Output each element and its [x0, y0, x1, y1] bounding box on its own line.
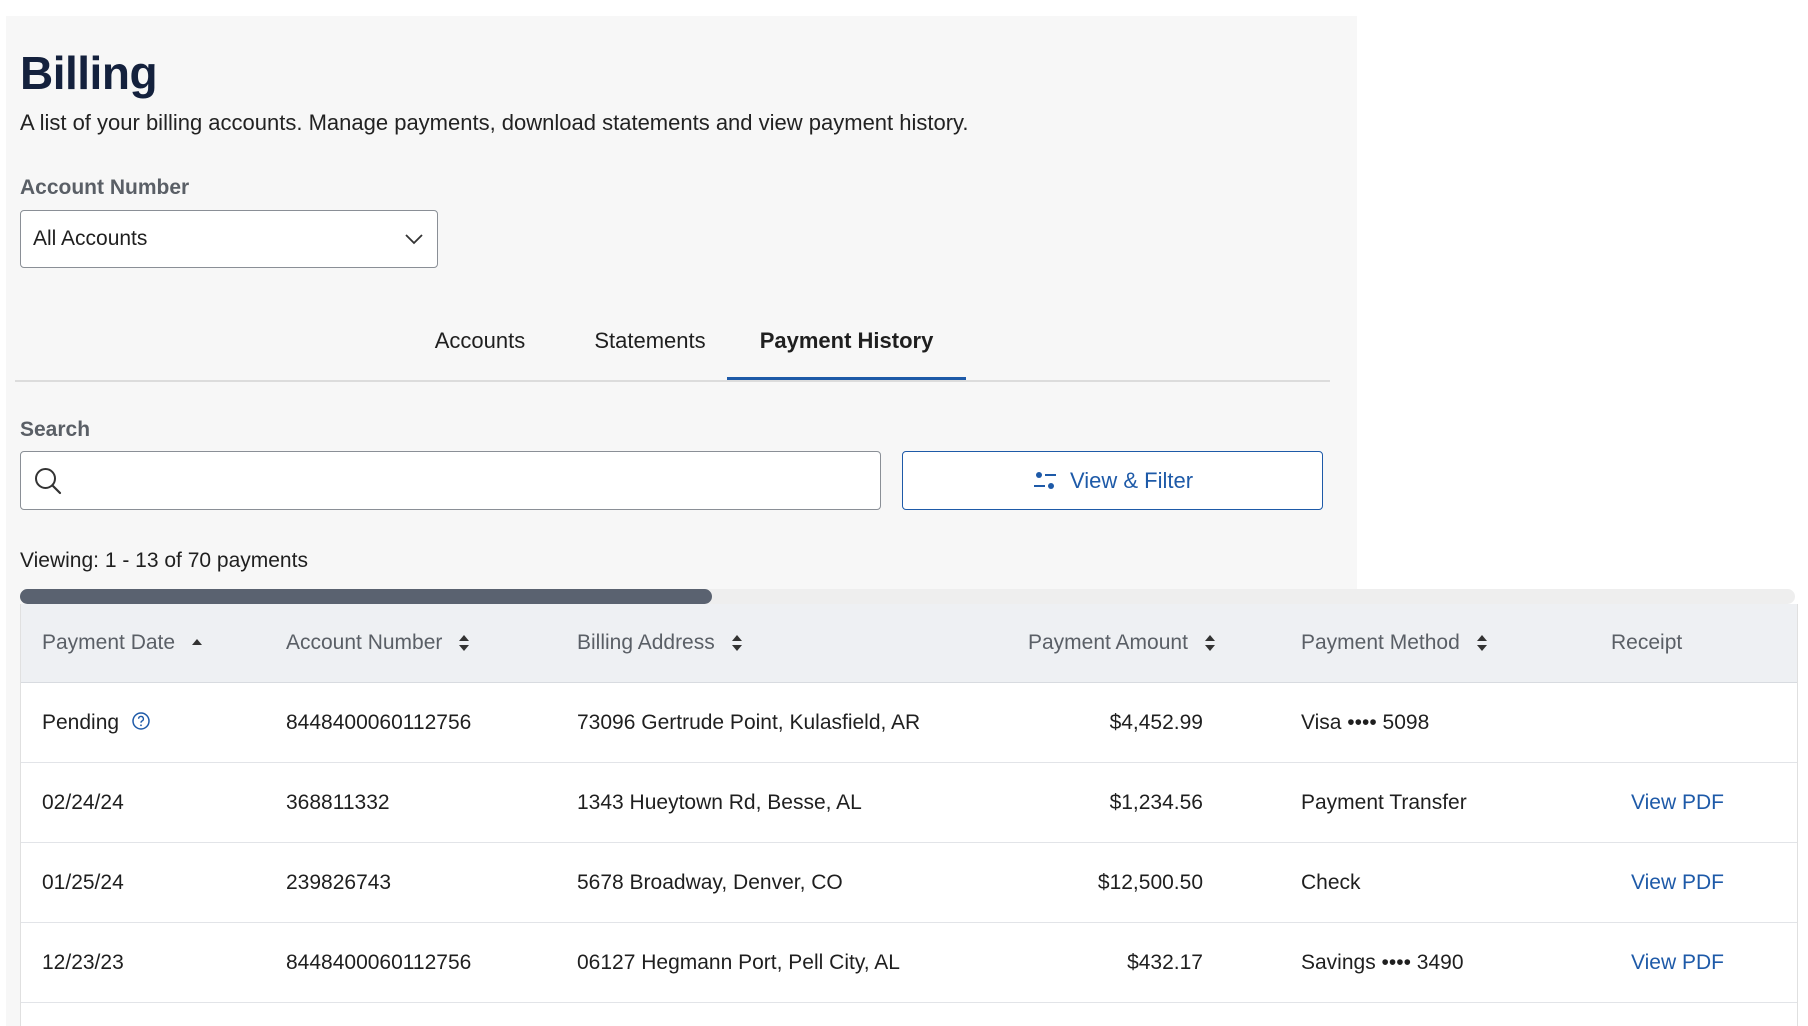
cell-payment-date: Pending	[42, 683, 151, 762]
cell-payment-date: 02/24/24	[42, 791, 124, 814]
col-account-number[interactable]: Account Number	[286, 604, 470, 682]
view-pdf-link[interactable]: View PDF	[1631, 763, 1724, 842]
col-label: Receipt	[1611, 631, 1683, 654]
table-row: 01/25/24 239826743 5678 Broadway, Denver…	[21, 843, 1797, 923]
account-number-select[interactable]: All Accounts	[20, 210, 438, 268]
sort-icon	[1476, 635, 1487, 652]
view-pdf-link[interactable]: View PDF	[1631, 923, 1724, 1002]
col-label: Payment Date	[42, 631, 176, 654]
cell-account-number: 8448400060112756	[286, 951, 472, 974]
view-pdf-link[interactable]: View PDF	[1631, 843, 1724, 922]
payment-date-text: Pending	[42, 711, 120, 734]
search-box	[20, 451, 881, 510]
search-input[interactable]	[77, 452, 871, 510]
col-payment-amount[interactable]: Payment Amount	[1028, 604, 1216, 682]
cell-billing-address: 5678 Broadway, Denver, CO	[577, 871, 843, 894]
col-billing-address[interactable]: Billing Address	[577, 604, 743, 682]
cell-payment-amount: $1,234.56	[1109, 791, 1203, 814]
col-payment-date[interactable]: Payment Date	[42, 604, 203, 682]
view-filter-button[interactable]: View & Filter	[902, 451, 1323, 510]
billing-tabs: Accounts Statements Payment History	[15, 318, 1330, 382]
cell-account-number: 8448400060112756	[286, 711, 472, 734]
col-label: Payment Amount	[1028, 631, 1188, 654]
sort-icon	[731, 635, 742, 652]
view-filter-label: View & Filter	[1069, 467, 1194, 493]
sort-ascending-icon	[191, 639, 202, 646]
col-receipt: Receipt	[1611, 604, 1682, 682]
tab-accounts[interactable]: Accounts	[400, 318, 560, 380]
question-circle-icon[interactable]	[131, 711, 151, 731]
cell-payment-amount: $12,500.50	[1097, 871, 1203, 894]
chevron-down-icon	[405, 234, 423, 245]
page-subtitle: A list of your billing accounts. Manage …	[20, 110, 969, 135]
col-payment-method[interactable]: Payment Method	[1301, 604, 1488, 682]
table-row: Pending 8448400060112756 73096 Gertrude …	[21, 683, 1797, 763]
horizontal-scrollbar[interactable]	[20, 589, 1795, 604]
search-icon	[35, 468, 62, 495]
sort-icon	[1204, 635, 1215, 652]
page-title: Billing	[20, 47, 158, 99]
cell-account-number: 239826743	[286, 871, 392, 894]
cell-payment-method: Savings •••• 3490	[1301, 951, 1464, 974]
col-label: Account Number	[286, 631, 443, 654]
table-row: 12/23/23 8448400060112756 06127 Hegmann …	[21, 923, 1797, 1003]
tab-statements[interactable]: Statements	[565, 318, 735, 380]
search-label: Search	[20, 418, 91, 441]
cell-payment-date: 01/25/24	[42, 871, 124, 894]
cell-payment-method: Payment Transfer	[1301, 791, 1467, 814]
filter-sliders-icon	[1033, 471, 1056, 489]
cell-payment-method: Visa •••• 5098	[1301, 711, 1430, 734]
account-number-label: Account Number	[20, 176, 190, 199]
col-label: Billing Address	[577, 631, 715, 654]
cell-payment-date: 12/23/23	[42, 951, 124, 974]
cell-billing-address: 73096 Gertrude Point, Kulasfield, AR	[577, 711, 921, 734]
table-header: Payment Date Account Number Billing Addr…	[21, 604, 1797, 683]
viewing-count: Viewing: 1 - 13 of 70 payments	[20, 549, 308, 572]
cell-payment-amount: $432.17	[1127, 951, 1203, 974]
col-label: Payment Method	[1301, 631, 1460, 654]
table-row: 02/24/24 368811332 1343 Hueytown Rd, Bes…	[21, 763, 1797, 843]
payment-history-table: Payment Date Account Number Billing Addr…	[20, 604, 1798, 1026]
cell-payment-amount: $4,452.99	[1109, 711, 1203, 734]
account-number-select-value: All Accounts	[33, 227, 148, 250]
cell-account-number: 368811332	[286, 791, 390, 814]
tab-payment-history[interactable]: Payment History	[727, 318, 966, 380]
scrollbar-thumb[interactable]	[20, 589, 712, 604]
cell-billing-address: 06127 Hegmann Port, Pell City, AL	[577, 951, 900, 974]
sort-icon	[459, 635, 470, 652]
cell-billing-address: 1343 Hueytown Rd, Besse, AL	[577, 791, 862, 814]
cell-payment-method: Check	[1301, 871, 1361, 894]
